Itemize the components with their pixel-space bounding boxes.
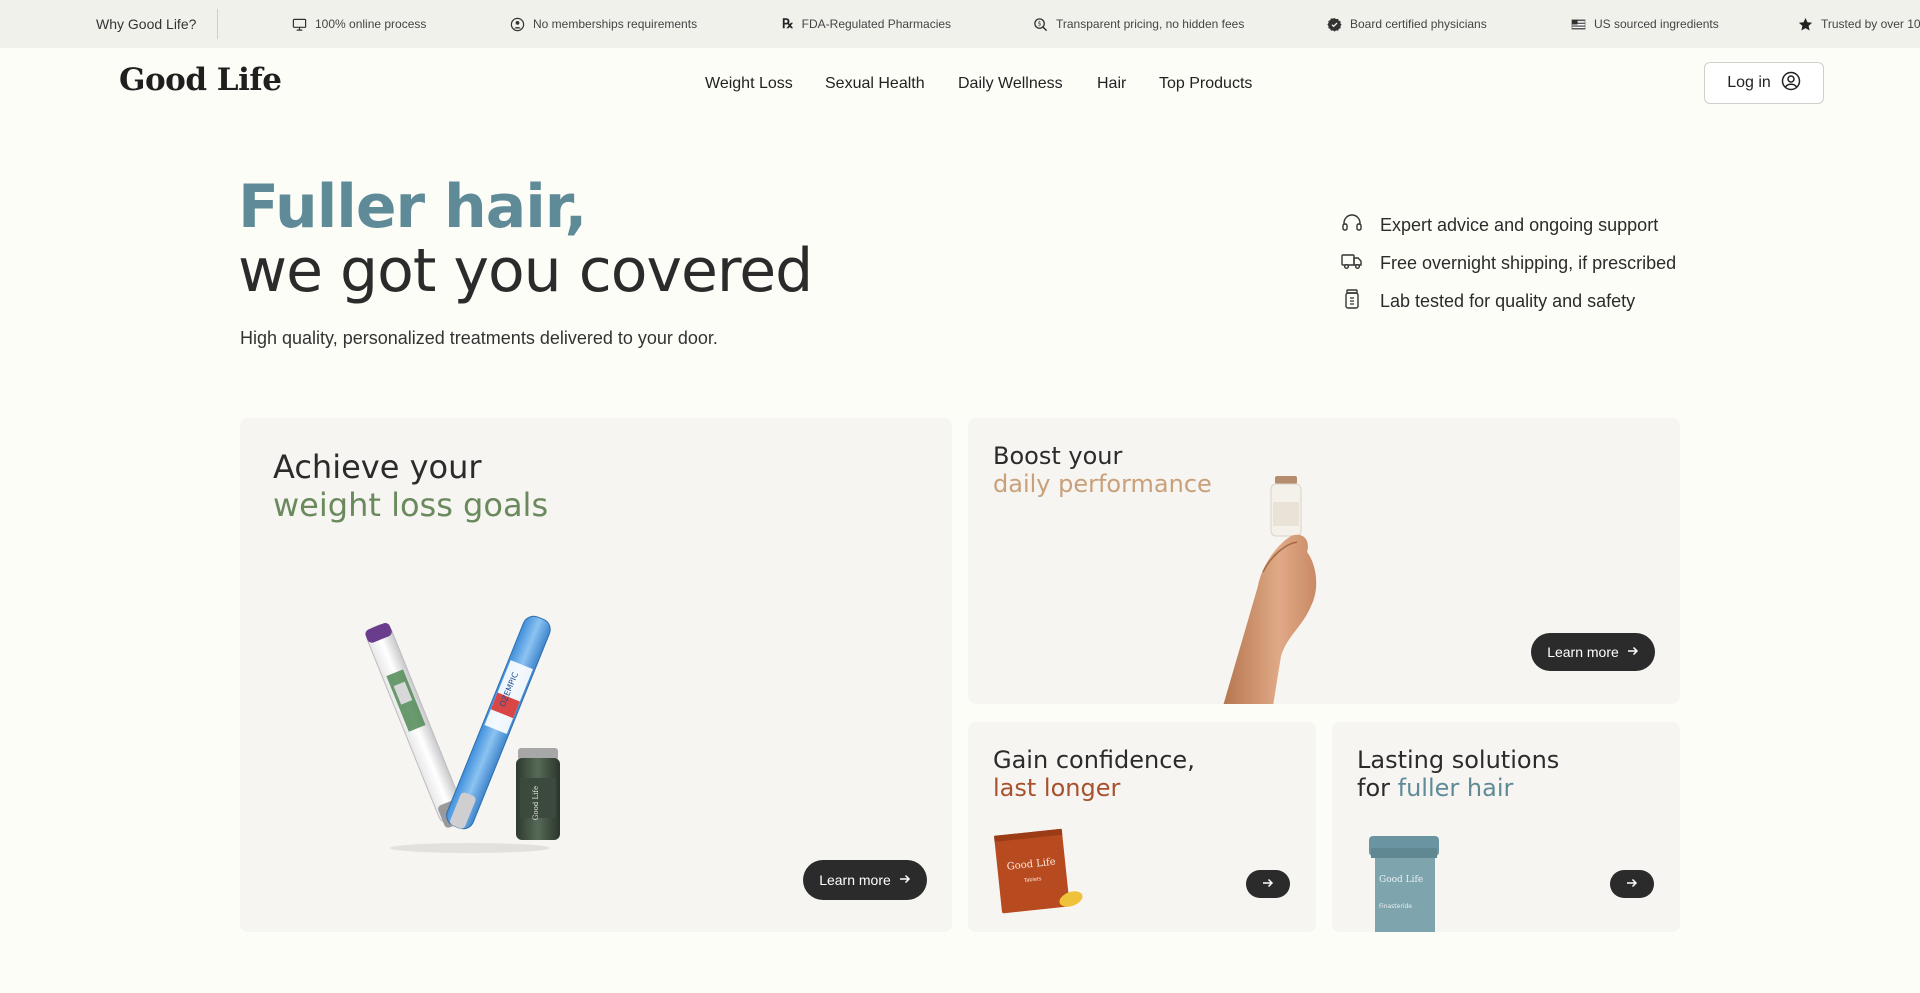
- weight-loss-learn-more-button[interactable]: Learn more: [803, 860, 927, 900]
- trust-item-pharmacies: ℞ FDA-Regulated Pharmacies: [782, 0, 951, 48]
- trust-item-label: Board certified physicians: [1350, 17, 1487, 31]
- trust-item-trusted: Trusted by over 10: [1798, 0, 1920, 48]
- feature-label: Free overnight shipping, if prescribed: [1380, 252, 1677, 273]
- trust-item-ingredients: US sourced ingredients: [1571, 0, 1719, 48]
- nav-daily-wellness[interactable]: Daily Wellness: [958, 72, 1063, 96]
- card-title-accent: last longer: [993, 774, 1121, 802]
- card-title: Boost your: [993, 442, 1123, 470]
- login-label: Log in: [1727, 74, 1771, 91]
- card-title-prefix: for: [1357, 774, 1398, 802]
- trust-item-label: Transparent pricing, no hidden fees: [1056, 17, 1245, 31]
- tablet-packet-image: Good Life Tablets: [994, 828, 1083, 914]
- trust-item-label: No memberships requirements: [533, 17, 698, 31]
- feature-item: Expert advice and ongoing support: [1340, 212, 1658, 238]
- trust-item-label: US sourced ingredients: [1594, 17, 1719, 31]
- arrow-right-icon: [1627, 644, 1639, 660]
- button-label: Learn more: [819, 872, 891, 888]
- login-button[interactable]: Log in: [1704, 62, 1824, 104]
- card-weight-loss[interactable]: Achieve your weight loss goals OZEMPIC G…: [240, 418, 952, 932]
- nav-sexual-health[interactable]: Sexual Health: [825, 72, 925, 96]
- finasteride-bottle-image: Good Life Finasteride: [1369, 836, 1439, 932]
- user-circle-icon: [1781, 71, 1801, 96]
- hero-title-accent: Fuller hair,: [238, 172, 587, 242]
- trust-item-pricing: $ Transparent pricing, no hidden fees: [1033, 0, 1244, 48]
- trust-item-online: 100% online process: [292, 0, 426, 48]
- nav-weight-loss[interactable]: Weight Loss: [705, 72, 793, 96]
- jar-icon: [1340, 287, 1364, 316]
- card-fuller-hair[interactable]: Lasting solutions for fuller hair Good L…: [1332, 722, 1680, 932]
- trust-item-label: Trusted by over 10: [1821, 17, 1920, 31]
- card-title: Gain confidence,: [993, 746, 1195, 774]
- us-flag-icon: [1571, 17, 1586, 32]
- card-title: Lasting solutions: [1357, 746, 1560, 774]
- card-confidence[interactable]: Gain confidence, last longer Good Life T…: [968, 722, 1316, 932]
- person-circle-icon: [510, 17, 525, 32]
- certified-badge-icon: [1327, 17, 1342, 32]
- feature-label: Lab tested for quality and safety: [1380, 290, 1636, 311]
- bottle-brand: Good Life: [1379, 875, 1423, 885]
- feature-label: Expert advice and ongoing support: [1380, 214, 1659, 235]
- feature-item: Free overnight shipping, if prescribed: [1340, 250, 1676, 276]
- arrow-right-icon: [899, 872, 911, 888]
- trust-item-membership: No memberships requirements: [510, 0, 697, 48]
- arrow-right-icon: [1262, 876, 1274, 892]
- hero-subtitle: High quality, personalized treatments de…: [240, 328, 718, 348]
- trust-item-physicians: Board certified physicians: [1327, 0, 1487, 48]
- card-title-accent: fuller hair: [1397, 774, 1514, 802]
- svg-text:$: $: [1038, 20, 1042, 27]
- performance-learn-more-button[interactable]: Learn more: [1531, 633, 1655, 671]
- card-title-accent: daily performance: [993, 470, 1212, 498]
- why-good-life-link[interactable]: Why Good Life?: [96, 0, 196, 48]
- headset-icon: [1340, 211, 1364, 240]
- nav-hair[interactable]: Hair: [1097, 72, 1126, 96]
- vial-label: Good Life: [532, 786, 540, 820]
- main-nav: Weight Loss Sexual Health Daily Wellness…: [0, 72, 1920, 96]
- arrow-right-icon: [1626, 876, 1638, 892]
- button-label: Learn more: [1547, 644, 1619, 660]
- trust-item-label: FDA-Regulated Pharmacies: [801, 17, 952, 31]
- card-title-accent: weight loss goals: [273, 486, 549, 525]
- trust-bar: Why Good Life? 100% online process No me…: [0, 0, 1920, 48]
- injection-pens-image: OZEMPIC Good Life: [365, 615, 560, 853]
- confidence-arrow-button[interactable]: [1246, 870, 1290, 898]
- truck-icon: [1340, 249, 1364, 278]
- hair-arrow-button[interactable]: [1610, 870, 1654, 898]
- trust-item-label: 100% online process: [315, 17, 427, 31]
- rx-icon: ℞: [782, 16, 794, 31]
- bottle-label: Finasteride: [1379, 903, 1412, 910]
- nav-top-products[interactable]: Top Products: [1159, 72, 1252, 96]
- card-title: Achieve your: [273, 448, 482, 486]
- card-daily-performance[interactable]: Boost your daily performance Learn more: [968, 418, 1680, 704]
- monitor-icon: [292, 17, 307, 32]
- feature-item: Lab tested for quality and safety: [1340, 288, 1635, 314]
- hand-holding-vial-image: [1223, 476, 1317, 704]
- divider: [217, 9, 218, 39]
- card-title-line2: for fuller hair: [1357, 774, 1559, 802]
- hero-title: we got you covered: [238, 236, 813, 306]
- magnifier-dollar-icon: $: [1033, 17, 1048, 32]
- star-icon: [1798, 17, 1813, 32]
